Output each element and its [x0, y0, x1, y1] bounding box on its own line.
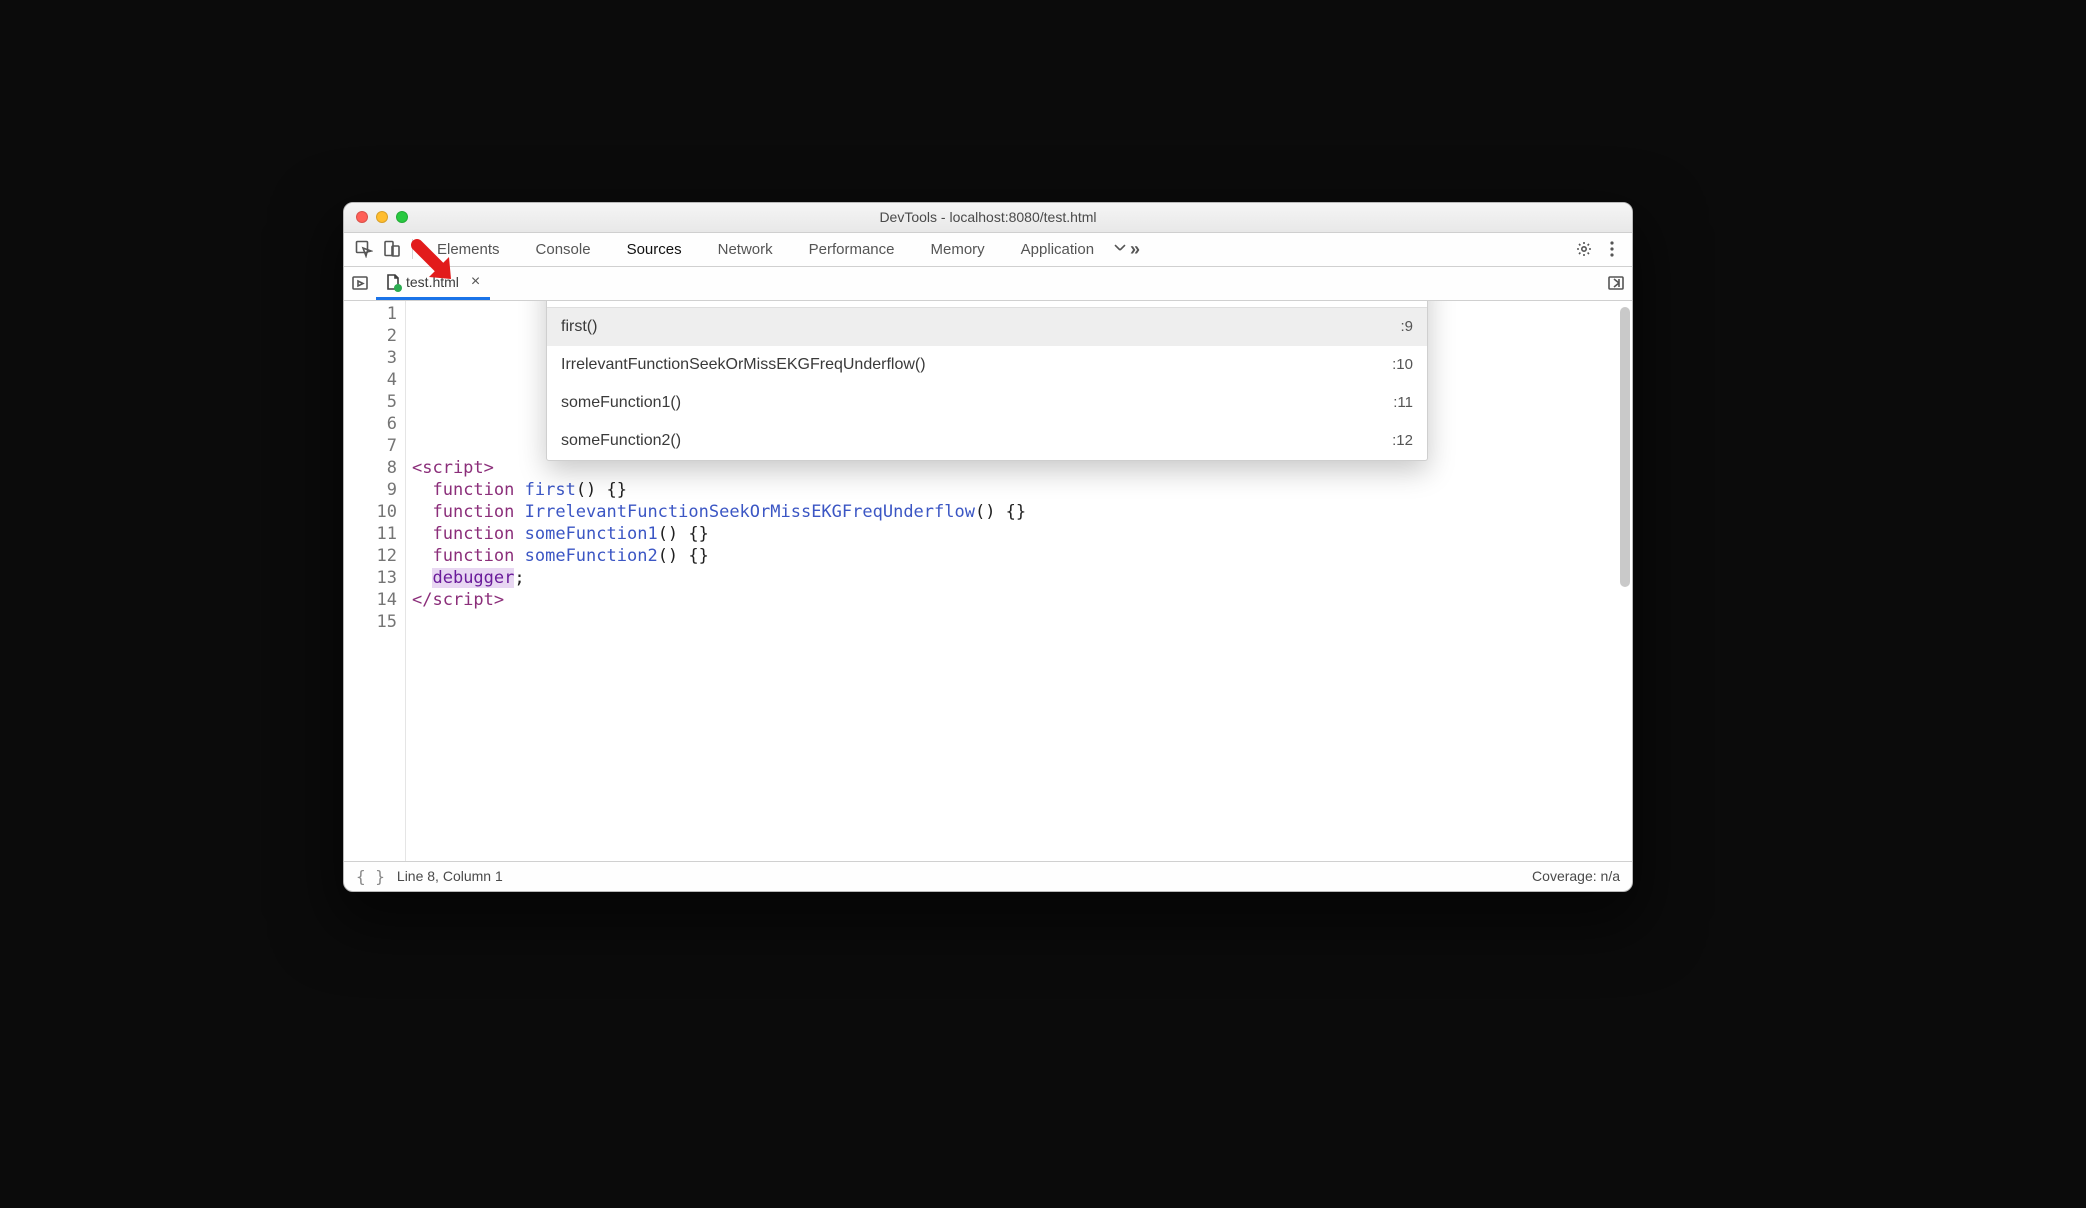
- code-line: function someFunction2() {}: [412, 546, 709, 566]
- result-line: :12: [1392, 432, 1413, 449]
- code-editor[interactable]: 1 2 3 4 5 6 7 8 9 10 11 12 13 14 15 <scr…: [344, 301, 1632, 861]
- line-number: 2: [344, 325, 397, 347]
- tab-memory[interactable]: Memory: [913, 233, 1003, 266]
- quick-open-result[interactable]: someFunction1() :11: [547, 384, 1427, 422]
- line-number: 12: [344, 545, 397, 567]
- line-number: 7: [344, 435, 397, 457]
- line-number: 8: [344, 457, 397, 479]
- tab-network[interactable]: Network: [700, 233, 791, 266]
- status-dot-icon: [394, 284, 402, 292]
- divider: [412, 239, 413, 259]
- line-number: 10: [344, 501, 397, 523]
- line-gutter: 1 2 3 4 5 6 7 8 9 10 11 12 13 14 15: [344, 301, 406, 861]
- inspect-element-icon[interactable]: [350, 235, 378, 263]
- code-line: <script>: [412, 458, 494, 478]
- code-line: function first() {}: [412, 480, 627, 500]
- quick-open-popup: @ first() :9 IrrelevantFunctionSeekOrMis…: [546, 301, 1428, 461]
- line-number: 9: [344, 479, 397, 501]
- line-number: 6: [344, 413, 397, 435]
- line-number: 15: [344, 611, 397, 633]
- tab-console[interactable]: Console: [518, 233, 609, 266]
- file-tab-label: test.html: [406, 274, 459, 290]
- code-line: [412, 612, 422, 632]
- show-navigator-icon[interactable]: [344, 269, 376, 297]
- devtools-tabstrip: Elements Console Sources Network Perform…: [344, 233, 1632, 267]
- tab-elements[interactable]: Elements: [419, 233, 518, 266]
- result-label: someFunction2(): [561, 432, 681, 450]
- close-tab-icon[interactable]: ×: [465, 273, 480, 291]
- result-label: someFunction1(): [561, 394, 681, 412]
- coverage-status: Coverage: n/a: [1532, 868, 1620, 884]
- line-number: 13: [344, 567, 397, 589]
- result-line: :10: [1392, 356, 1413, 373]
- result-line: :9: [1400, 318, 1413, 335]
- code-line: debugger;: [412, 568, 525, 588]
- device-toolbar-icon[interactable]: [378, 235, 406, 263]
- pretty-print-icon[interactable]: { }: [356, 867, 385, 886]
- minimize-window-button[interactable]: [376, 211, 388, 223]
- line-number: 1: [344, 303, 397, 325]
- window-controls: [344, 211, 408, 223]
- status-bar: { } Line 8, Column 1 Coverage: n/a: [344, 861, 1632, 891]
- code-line: function someFunction1() {}: [412, 524, 709, 544]
- result-label: first(): [561, 318, 597, 336]
- settings-icon[interactable]: [1570, 235, 1598, 263]
- quick-open-result[interactable]: first() :9: [547, 308, 1427, 346]
- code-line: function IrrelevantFunctionSeekOrMissEKG…: [412, 502, 1026, 522]
- cursor-position: Line 8, Column 1: [397, 868, 503, 884]
- line-number: 4: [344, 369, 397, 391]
- line-number: 11: [344, 523, 397, 545]
- titlebar: DevTools - localhost:8080/test.html: [344, 203, 1632, 233]
- line-number: 14: [344, 589, 397, 611]
- file-icon: [386, 274, 400, 290]
- file-tab-test-html[interactable]: test.html ×: [376, 267, 490, 300]
- more-tabs-icon[interactable]: »: [1112, 235, 1140, 263]
- code-line: </script>: [412, 590, 504, 610]
- vertical-scrollbar[interactable]: [1620, 307, 1630, 587]
- tab-sources[interactable]: Sources: [609, 233, 700, 266]
- devtools-window: DevTools - localhost:8080/test.html Elem…: [343, 202, 1633, 892]
- kebab-menu-icon[interactable]: [1598, 235, 1626, 263]
- result-label: IrrelevantFunctionSeekOrMissEKGFreqUnder…: [561, 356, 926, 374]
- close-window-button[interactable]: [356, 211, 368, 223]
- tab-application[interactable]: Application: [1003, 233, 1112, 266]
- window-title: DevTools - localhost:8080/test.html: [344, 209, 1632, 225]
- line-number: 5: [344, 391, 397, 413]
- result-line: :11: [1393, 394, 1413, 411]
- quick-open-result[interactable]: someFunction2() :12: [547, 422, 1427, 460]
- line-number: 3: [344, 347, 397, 369]
- tab-performance[interactable]: Performance: [791, 233, 913, 266]
- quick-open-input[interactable]: @: [547, 301, 1427, 308]
- quick-open-result[interactable]: IrrelevantFunctionSeekOrMissEKGFreqUnder…: [547, 346, 1427, 384]
- sources-toolbar: test.html ×: [344, 267, 1632, 301]
- show-debugger-icon[interactable]: [1600, 269, 1632, 297]
- zoom-window-button[interactable]: [396, 211, 408, 223]
